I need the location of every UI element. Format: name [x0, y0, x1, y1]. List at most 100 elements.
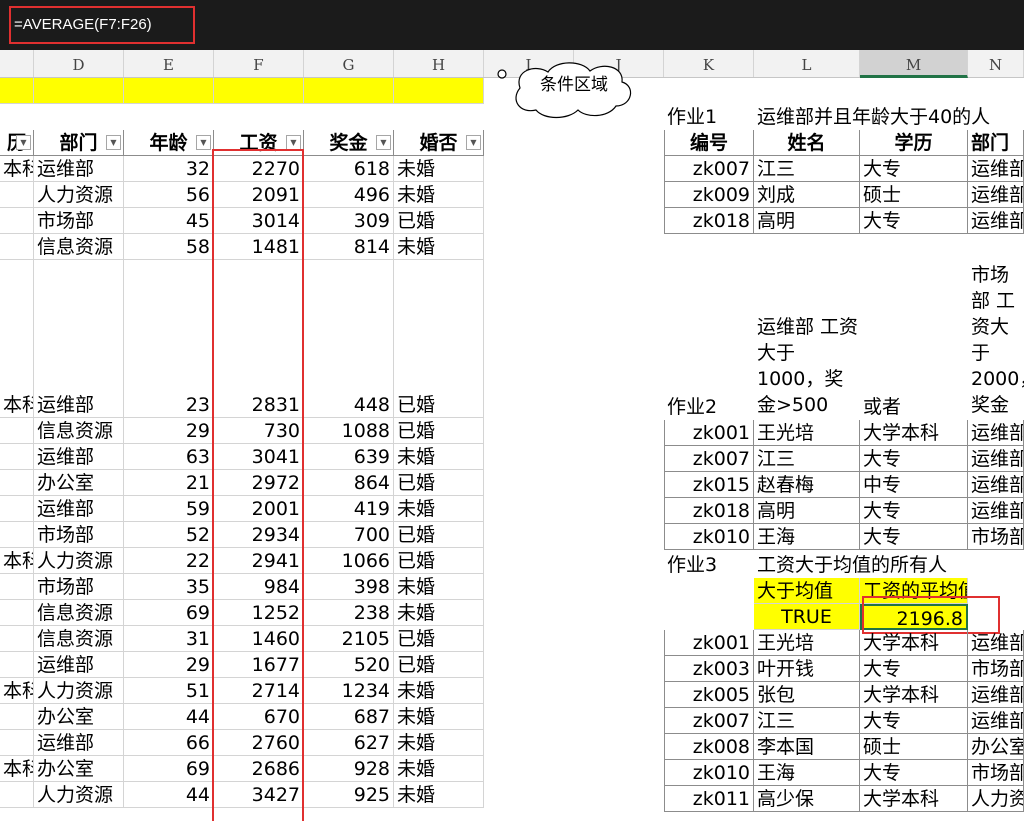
result-cell[interactable]: 大专 [860, 656, 968, 682]
task1-header-dept[interactable]: 部门 [968, 130, 1024, 156]
table-cell-dept[interactable]: 办公室 [34, 756, 124, 782]
header-bonus[interactable]: 奖金 ▼ [304, 130, 394, 156]
table-cell-bonus[interactable]: 1066 [304, 548, 394, 574]
result-cell[interactable]: zk018 [664, 208, 754, 234]
table-cell-cut[interactable] [0, 208, 34, 234]
result-cell[interactable]: 王海 [754, 760, 860, 786]
table-cell-age[interactable]: 35 [124, 574, 214, 600]
column-header-m[interactable]: M [860, 50, 968, 78]
table-cell-married[interactable]: 未婚 [394, 574, 484, 600]
result-cell[interactable]: 大专 [860, 498, 968, 524]
table-cell-cut[interactable] [0, 704, 34, 730]
table-cell-age[interactable]: 31 [124, 626, 214, 652]
column-header-h[interactable]: H [394, 50, 484, 77]
task3-title[interactable]: 工资大于均值的所有人 [754, 552, 1024, 578]
table-cell-dept[interactable]: 信息资源 [34, 234, 124, 260]
result-cell[interactable]: zk001 [664, 630, 754, 656]
result-cell[interactable]: 运维部 [968, 630, 1024, 656]
filter-dropdown-icon[interactable]: ▼ [376, 135, 391, 150]
table-cell-married[interactable]: 已婚 [394, 418, 484, 444]
result-cell[interactable]: 运维部 [968, 472, 1024, 498]
table-cell-married[interactable]: 已婚 [394, 652, 484, 678]
table-cell-age[interactable]: 29 [124, 418, 214, 444]
result-cell[interactable]: 大专 [860, 208, 968, 234]
table-cell-dept[interactable]: 人力资源 [34, 548, 124, 574]
table-cell-cut[interactable] [0, 182, 34, 208]
result-cell[interactable]: 江三 [754, 156, 860, 182]
table-cell-cut[interactable]: 本科 [0, 548, 34, 574]
table-cell-cut[interactable]: 本科 [0, 756, 34, 782]
result-cell[interactable]: 运维部 [968, 682, 1024, 708]
table-cell-married[interactable]: 未婚 [394, 182, 484, 208]
table-cell-bonus[interactable]: 700 [304, 522, 394, 548]
filter-dropdown-icon[interactable]: ▼ [286, 135, 301, 150]
task2-or-label[interactable]: 或者 [860, 394, 968, 420]
table-cell-bonus[interactable]: 864 [304, 470, 394, 496]
result-cell[interactable]: 大学本科 [860, 682, 968, 708]
table-cell-age[interactable]: 45 [124, 208, 214, 234]
result-cell[interactable]: zk011 [664, 786, 754, 812]
table-cell-married[interactable]: 未婚 [394, 730, 484, 756]
result-cell[interactable]: 硕士 [860, 182, 968, 208]
result-cell[interactable]: 市场部 [968, 656, 1024, 682]
result-cell[interactable]: zk005 [664, 682, 754, 708]
result-cell[interactable]: 李本国 [754, 734, 860, 760]
table-cell-age[interactable]: 58 [124, 234, 214, 260]
table-cell-dept[interactable]: 市场部 [34, 208, 124, 234]
result-cell[interactable]: 市场部 [968, 524, 1024, 550]
task1-title[interactable]: 运维部并且年龄大于40的人 [754, 104, 1024, 130]
table-cell-married[interactable]: 已婚 [394, 260, 484, 418]
table-cell-bonus[interactable]: 687 [304, 704, 394, 730]
table-cell-dept[interactable]: 运维部 [34, 260, 124, 418]
result-cell[interactable]: 运维部 [968, 708, 1024, 734]
table-cell-bonus[interactable]: 2105 [304, 626, 394, 652]
criteria-cell[interactable] [34, 78, 124, 104]
table-cell-age[interactable]: 63 [124, 444, 214, 470]
result-cell[interactable]: 大学本科 [860, 786, 968, 812]
table-cell-age[interactable]: 69 [124, 600, 214, 626]
result-cell[interactable]: 运维部 [968, 446, 1024, 472]
table-cell-cut[interactable] [0, 496, 34, 522]
table-cell-dept[interactable]: 办公室 [34, 704, 124, 730]
result-cell[interactable]: zk010 [664, 760, 754, 786]
table-cell-married[interactable]: 未婚 [394, 678, 484, 704]
task3-criteria-value[interactable]: TRUE [754, 604, 860, 630]
table-cell-age[interactable]: 22 [124, 548, 214, 574]
result-cell[interactable]: 高少保 [754, 786, 860, 812]
table-cell-cut[interactable] [0, 234, 34, 260]
table-cell-age[interactable]: 56 [124, 182, 214, 208]
task1-label[interactable]: 作业1 [664, 104, 754, 130]
result-cell[interactable]: 张包 [754, 682, 860, 708]
filter-dropdown-icon[interactable]: ▼ [16, 135, 31, 150]
result-cell[interactable]: 运维部 [968, 182, 1024, 208]
result-cell[interactable]: 江三 [754, 446, 860, 472]
table-cell-bonus[interactable]: 928 [304, 756, 394, 782]
table-cell-dept[interactable]: 运维部 [34, 652, 124, 678]
result-cell[interactable]: 中专 [860, 472, 968, 498]
table-cell-bonus[interactable]: 627 [304, 730, 394, 756]
result-cell[interactable]: 运维部 [968, 156, 1024, 182]
result-cell[interactable]: zk007 [664, 156, 754, 182]
table-cell-bonus[interactable]: 238 [304, 600, 394, 626]
table-cell-married[interactable]: 未婚 [394, 782, 484, 808]
table-cell-age[interactable]: 69 [124, 756, 214, 782]
table-cell-cut[interactable]: 本科 [0, 678, 34, 704]
result-cell[interactable]: 市场部 [968, 760, 1024, 786]
filter-dropdown-icon[interactable]: ▼ [106, 135, 121, 150]
task1-header-edu[interactable]: 学历 [860, 130, 968, 156]
table-cell-dept[interactable]: 市场部 [34, 522, 124, 548]
table-cell-dept[interactable]: 信息资源 [34, 418, 124, 444]
result-cell[interactable]: zk001 [664, 420, 754, 446]
table-cell-cut[interactable] [0, 730, 34, 756]
result-cell[interactable]: 大学本科 [860, 420, 968, 446]
result-cell[interactable]: zk007 [664, 446, 754, 472]
result-cell[interactable]: zk018 [664, 498, 754, 524]
table-cell-cut[interactable] [0, 626, 34, 652]
table-cell-age[interactable]: 29 [124, 652, 214, 678]
table-cell-bonus[interactable]: 639 [304, 444, 394, 470]
criteria-cell[interactable] [214, 78, 304, 104]
filter-dropdown-icon[interactable]: ▼ [466, 135, 481, 150]
task1-header-name[interactable]: 姓名 [754, 130, 860, 156]
table-cell-age[interactable]: 51 [124, 678, 214, 704]
criteria-cell[interactable] [124, 78, 214, 104]
